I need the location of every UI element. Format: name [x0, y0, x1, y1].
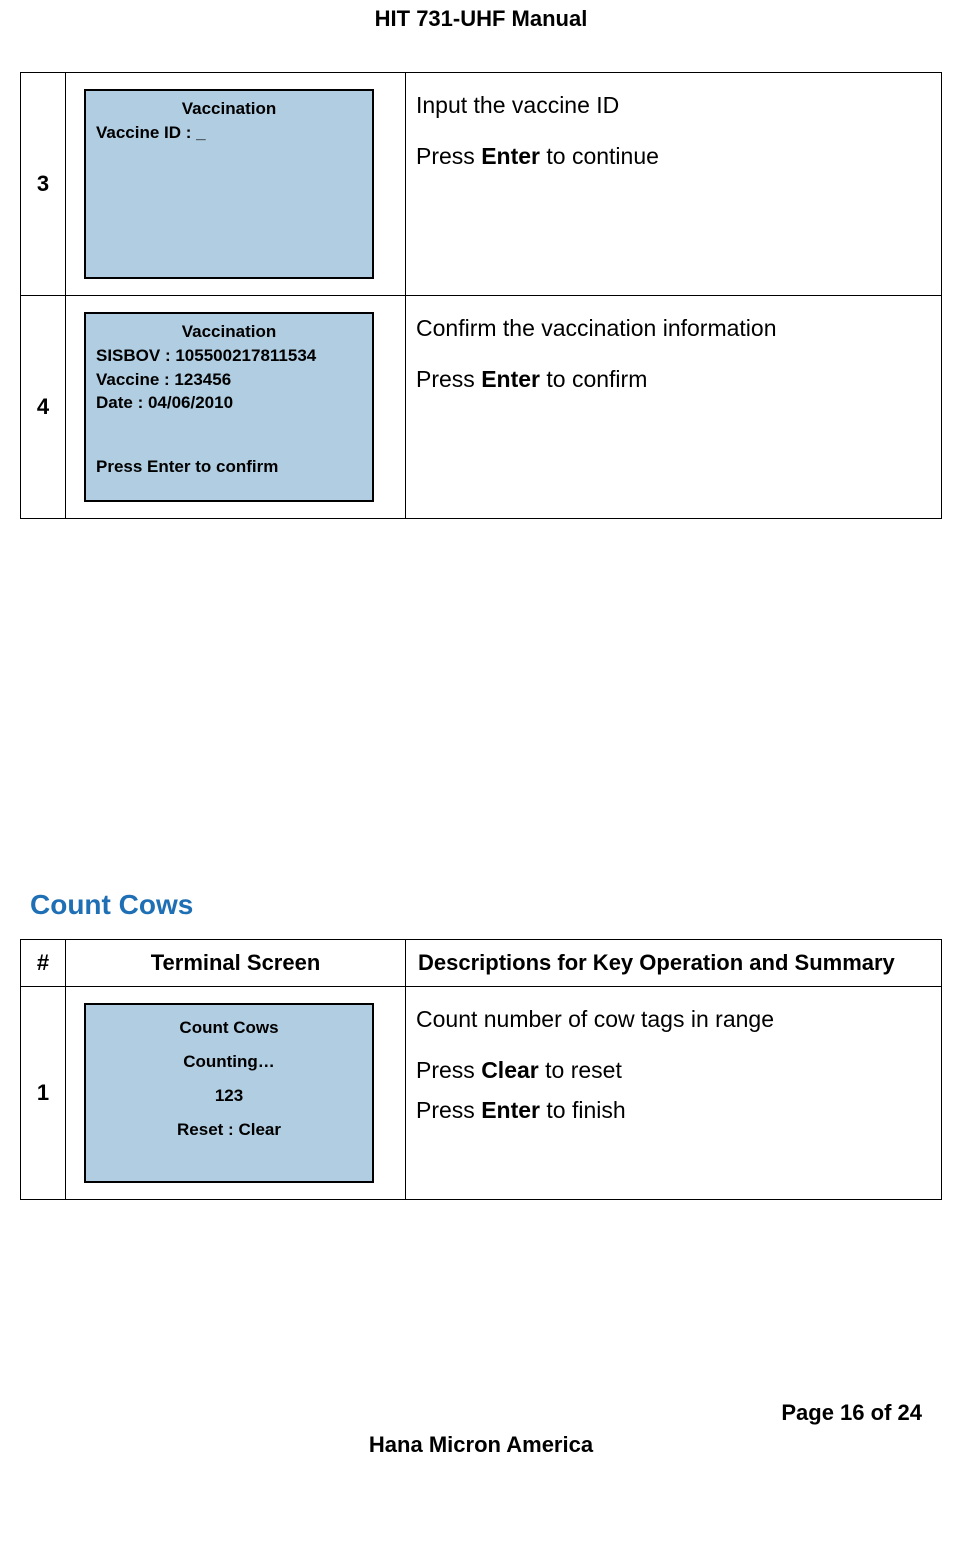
terminal-title: Vaccination — [96, 320, 362, 344]
description-line: Confirm the vaccination information — [416, 312, 931, 345]
key-name: Enter — [481, 143, 540, 169]
terminal-title: Count Cows — [96, 1011, 362, 1045]
step-number: 3 — [21, 73, 66, 296]
key-name: Clear — [481, 1057, 539, 1083]
description-line: Press Enter to confirm — [416, 363, 931, 396]
count-cows-table: # Terminal Screen Descriptions for Key O… — [20, 939, 942, 1200]
terminal-screen: Count Cows Counting… 123 Reset : Clear — [84, 1003, 374, 1183]
terminal-footer: Reset : Clear — [96, 1113, 362, 1147]
document-title: HIT 731-UHF Manual — [20, 0, 942, 72]
description-line: Input the vaccine ID — [416, 89, 931, 122]
text: Press — [416, 1097, 481, 1123]
terminal-footer: Press Enter to confirm — [96, 455, 362, 479]
terminal-line: Vaccine : 123456 — [96, 368, 362, 392]
key-name: Enter — [481, 366, 540, 392]
key-name: Enter — [481, 1097, 540, 1123]
spacer — [20, 539, 942, 879]
table-row: 3 Vaccination Vaccine ID : _ Input the v… — [21, 73, 942, 296]
description-line: Count number of cow tags in range — [416, 1003, 931, 1036]
column-header-screen: Terminal Screen — [66, 940, 406, 987]
step-number: 4 — [21, 296, 66, 519]
page-footer: Page 16 of 24 Hana Micron America — [20, 1400, 942, 1458]
terminal-screen-cell: Vaccination SISBOV : 105500217811534 Vac… — [66, 296, 406, 519]
text: Press — [416, 366, 481, 392]
description-line: Press Enter to finish — [416, 1094, 931, 1127]
vaccination-steps-table: 3 Vaccination Vaccine ID : _ Input the v… — [20, 72, 942, 519]
terminal-screen-cell: Count Cows Counting… 123 Reset : Clear — [66, 987, 406, 1200]
text: Press — [416, 1057, 481, 1083]
terminal-line: SISBOV : 105500217811534 — [96, 344, 362, 368]
table-row: 4 Vaccination SISBOV : 105500217811534 V… — [21, 296, 942, 519]
page-number: Page 16 of 24 — [20, 1400, 942, 1426]
company-name: Hana Micron America — [20, 1432, 942, 1458]
text: to reset — [539, 1057, 622, 1083]
terminal-screen: Vaccination Vaccine ID : _ — [84, 89, 374, 279]
section-title: Count Cows — [30, 889, 942, 921]
terminal-title: Vaccination — [96, 97, 362, 121]
table-row: 1 Count Cows Counting… 123 Reset : Clear… — [21, 987, 942, 1200]
text: to finish — [540, 1097, 626, 1123]
step-number: 1 — [21, 987, 66, 1200]
column-header-desc: Descriptions for Key Operation and Summa… — [406, 940, 942, 987]
terminal-line: Date : 04/06/2010 — [96, 391, 362, 415]
description-line: Press Enter to continue — [416, 140, 931, 173]
terminal-line: Counting… — [96, 1045, 362, 1079]
description-line: Press Clear to reset — [416, 1054, 931, 1087]
table-header-row: # Terminal Screen Descriptions for Key O… — [21, 940, 942, 987]
text: Press — [416, 143, 481, 169]
terminal-line: 123 — [96, 1079, 362, 1113]
terminal-screen: Vaccination SISBOV : 105500217811534 Vac… — [84, 312, 374, 502]
terminal-screen-cell: Vaccination Vaccine ID : _ — [66, 73, 406, 296]
column-header-num: # — [21, 940, 66, 987]
text: to continue — [540, 143, 659, 169]
description-cell: Input the vaccine ID Press Enter to cont… — [406, 73, 942, 296]
text: to confirm — [540, 366, 647, 392]
description-cell: Count number of cow tags in range Press … — [406, 987, 942, 1200]
terminal-line: Vaccine ID : _ — [96, 121, 362, 145]
description-cell: Confirm the vaccination information Pres… — [406, 296, 942, 519]
